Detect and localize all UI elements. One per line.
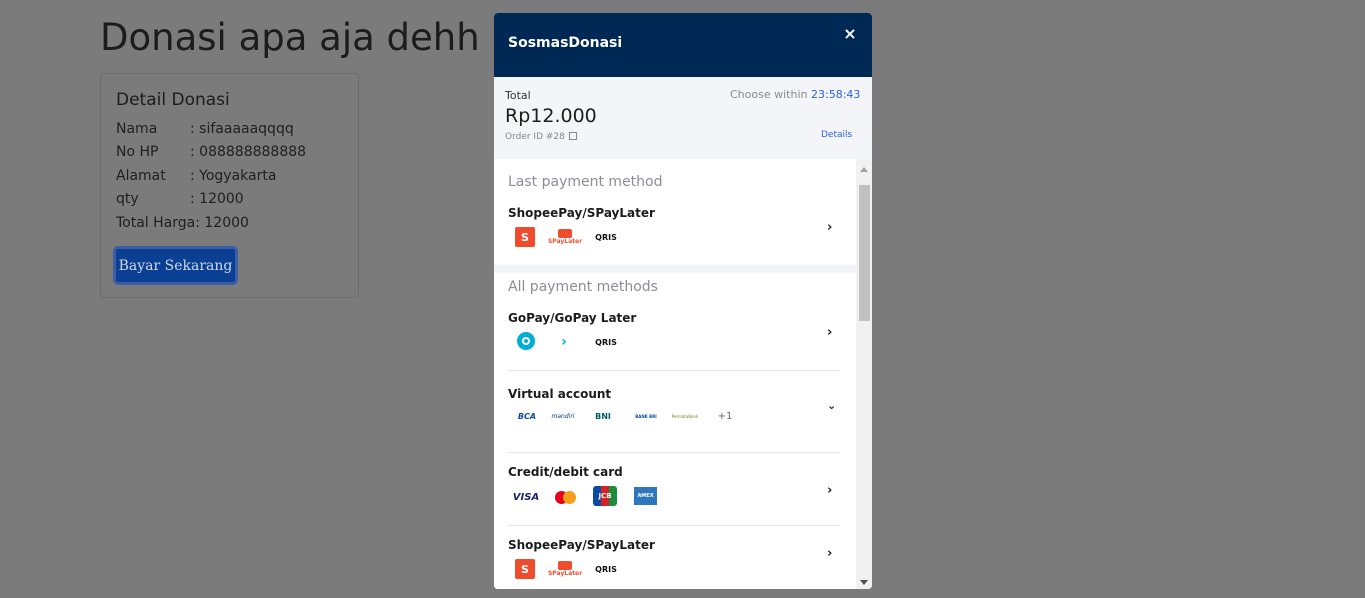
bri-logo: BANK BRI: [635, 413, 657, 419]
total-amount: Rp12.000: [505, 105, 597, 127]
order-summary: Total Rp12.000 Order ID #28 Choose withi…: [494, 77, 872, 159]
order-id: Order ID #28: [505, 131, 577, 142]
shopeepay-icon: S: [515, 559, 535, 579]
chevron-right-icon: ›: [827, 546, 833, 561]
detail-row-no-hp: No HP: 088888888888: [116, 144, 307, 160]
qris-icon: QRIS: [595, 232, 617, 242]
chevron-right-icon: ›: [827, 220, 833, 235]
all-methods-heading: All payment methods: [508, 279, 658, 295]
total-label: Total: [505, 89, 531, 102]
modal-header: SosmasDonasi ×: [494, 13, 872, 77]
method-shopeepay[interactable]: ShopeePay/SPayLater S SPayLater QRIS ›: [494, 538, 856, 589]
method-title: GoPay/GoPay Later: [508, 311, 637, 325]
method-shopeepay-last[interactable]: ShopeePay/SPayLater S SPayLater QRIS ›: [494, 206, 856, 262]
visa-logo: VISA: [512, 491, 540, 503]
section-divider: [494, 265, 856, 273]
scrollbar[interactable]: [856, 159, 872, 589]
payment-method-list[interactable]: Last payment method ShopeePay/SPayLater …: [494, 159, 856, 589]
payment-modal: SosmasDonasi × Total Rp12.000 Order ID #…: [494, 13, 872, 589]
countdown-timer: 23:58:43: [811, 88, 861, 101]
chevron-down-icon: ⌄: [827, 399, 837, 412]
method-virtual-account[interactable]: Virtual account BCA mandiri BNI BANK BRI…: [494, 387, 856, 447]
divider: [508, 525, 840, 526]
gopaylater-icon: ›: [561, 334, 567, 350]
chevron-right-icon: ›: [827, 483, 833, 498]
close-icon[interactable]: ×: [842, 25, 858, 43]
qris-icon: QRIS: [595, 564, 617, 574]
pay-now-button[interactable]: Bayar Sekarang: [113, 246, 238, 285]
bca-logo: BCA: [517, 411, 537, 421]
method-title: ShopeePay/SPayLater: [508, 538, 655, 552]
scroll-up-arrow-icon[interactable]: [860, 167, 868, 172]
permata-logo: PermataBank: [671, 413, 699, 419]
amex-logo: AMEX: [634, 487, 657, 505]
card-title: Detail Donasi: [116, 90, 230, 110]
detail-row-alamat: Alamat: Yogyakarta: [116, 168, 277, 184]
scroll-down-arrow-icon[interactable]: [860, 580, 868, 585]
choose-within-label: Choose within: [730, 88, 808, 101]
details-link[interactable]: Details: [821, 130, 852, 140]
method-title: Virtual account: [508, 387, 612, 401]
scroll-thumb[interactable]: [859, 185, 870, 321]
chevron-right-icon: ›: [827, 325, 833, 340]
method-gopay[interactable]: GoPay/GoPay Later › QRIS ›: [494, 311, 856, 371]
method-title: Credit/debit card: [508, 465, 623, 479]
more-banks-count: +1: [717, 410, 733, 422]
merchant-name: SosmasDonasi: [508, 35, 623, 51]
jcb-logo: JCB: [593, 486, 617, 506]
detail-row-total-harga: Total Harga: 12000: [116, 215, 249, 231]
divider: [508, 452, 840, 453]
detail-row-nama: Nama: sifaaaaaqqqq: [116, 121, 294, 137]
spaylater-icon: SPayLater: [548, 227, 582, 247]
method-title: ShopeePay/SPayLater: [508, 206, 655, 220]
page-title: Donasi apa aja dehh: [100, 16, 480, 59]
copy-icon[interactable]: [568, 131, 577, 140]
qris-icon: QRIS: [595, 337, 617, 347]
divider: [508, 370, 840, 371]
method-credit-card[interactable]: Credit/debit card VISA JCB AMEX ›: [494, 465, 856, 525]
mastercard-logo: [552, 487, 578, 507]
shopeepay-icon: S: [515, 227, 535, 247]
last-method-heading: Last payment method: [508, 174, 663, 190]
bni-logo: BNI: [595, 411, 611, 421]
spaylater-icon: SPayLater: [548, 559, 582, 579]
mandiri-logo: mandiri: [551, 412, 575, 420]
detail-row-qty: qty: 12000: [116, 191, 244, 207]
gopay-icon: [517, 332, 535, 350]
